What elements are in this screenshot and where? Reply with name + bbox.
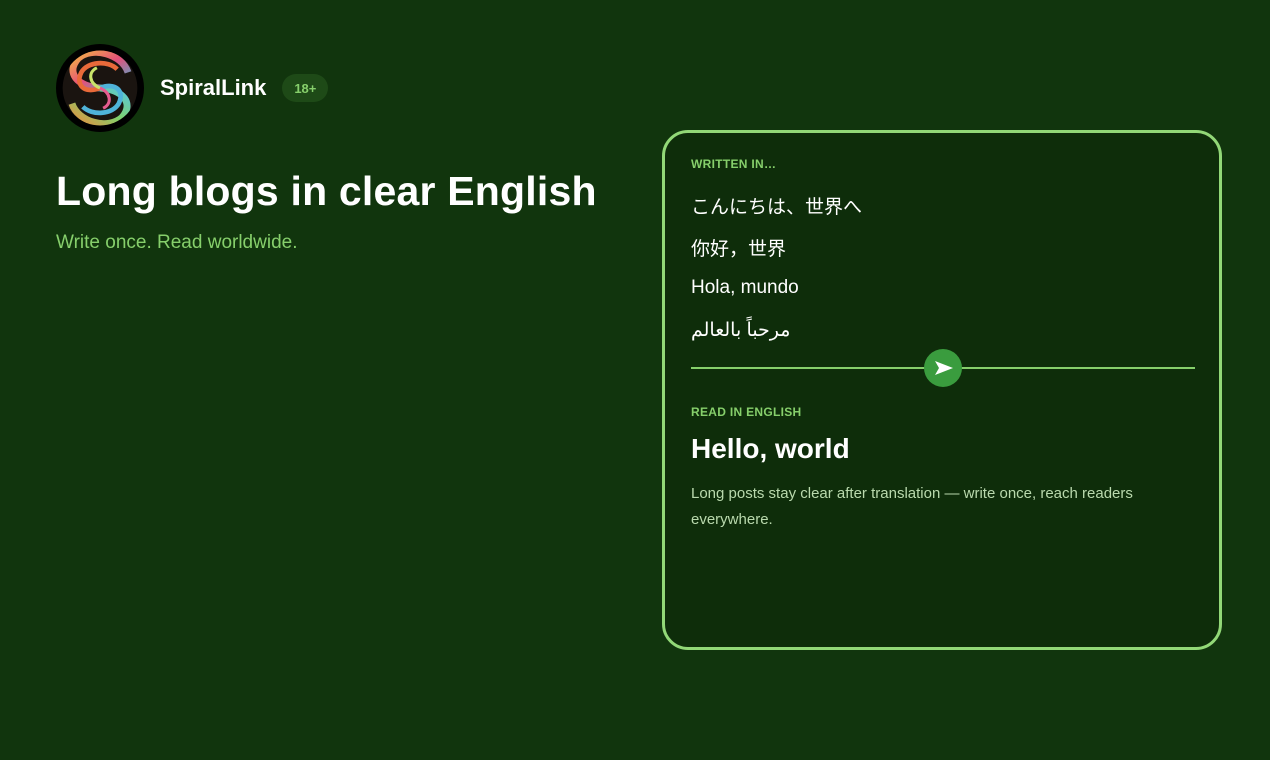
japanese-greeting: こんにちは、世界へ	[691, 197, 863, 218]
translated-title: Hello, world	[691, 433, 850, 464]
spanish-greeting: Hola, mundo	[691, 277, 799, 298]
arabic-greeting: مرحباً بالعالم	[691, 320, 791, 341]
play-arrow-icon	[935, 361, 953, 375]
hero-title: Long blogs in clear English	[56, 168, 597, 214]
brand-header: SpiralLink 18+	[56, 44, 329, 132]
chinese-greeting: 你好，世界	[691, 239, 787, 260]
translation-description: Long posts stay clear after translation …	[691, 485, 1133, 528]
translation-slider[interactable]	[691, 348, 1195, 388]
slider-handle[interactable]	[924, 349, 962, 387]
brand-name[interactable]: SpiralLink	[160, 75, 266, 101]
read-in-english-label: READ IN ENGLISH	[691, 405, 802, 419]
written-in-label: WRITTEN IN…	[691, 157, 777, 171]
age-rating-badge: 18+	[282, 74, 329, 102]
page: SpiralLink 18+ Long blogs in clear Engli…	[0, 0, 1270, 760]
spiral-logo-icon[interactable]	[56, 44, 144, 132]
hero-subtitle: Write once. Read worldwide.	[56, 232, 298, 253]
translation-demo-card: WRITTEN IN… こんにちは、世界へ 你好，世界 Hola, mundo …	[662, 130, 1222, 650]
